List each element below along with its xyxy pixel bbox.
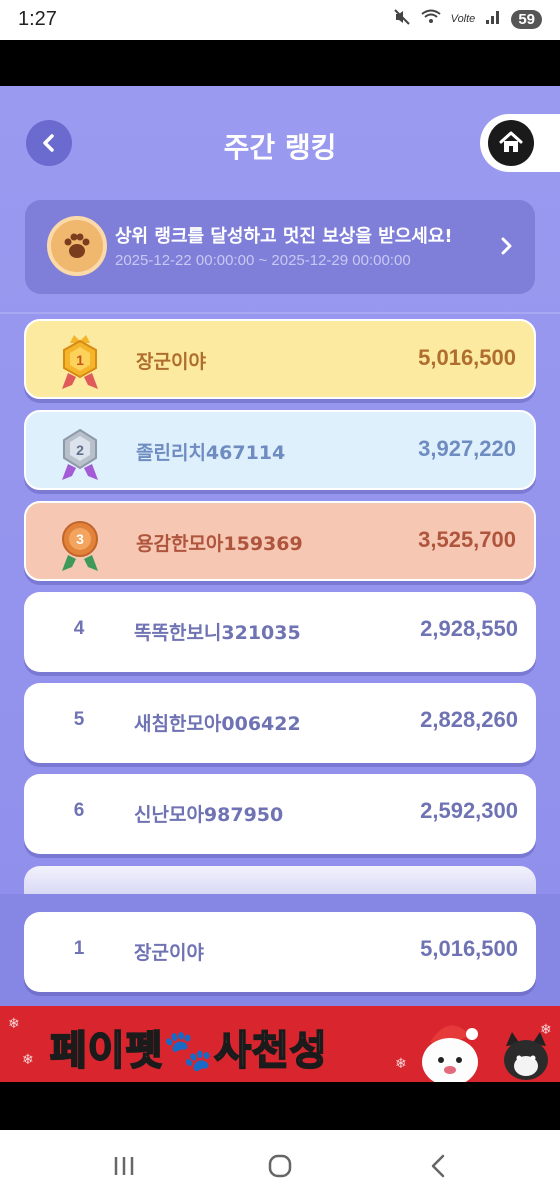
player-score: 3,525,700 xyxy=(418,527,516,552)
mute-icon xyxy=(393,8,411,30)
list-divider xyxy=(0,312,560,314)
ranking-row-1[interactable]: 1 장군이야 5,016,500 xyxy=(24,319,536,399)
page-title: 주간 랭킹 xyxy=(223,131,337,164)
ranking-row-3[interactable]: 3 용감한모아159369 3,525,700 xyxy=(24,501,536,581)
snowflake-icon: ❄ xyxy=(8,1016,20,1032)
my-rank-panel: 1 장군이야 5,016,500 xyxy=(0,894,560,1006)
banner-message: 상위 랭크를 달성하고 멋진 보상을 받으세요! xyxy=(115,226,453,247)
player-score: 5,016,500 xyxy=(418,345,516,370)
signal-icon xyxy=(485,9,501,29)
my-rank-row[interactable]: 1 장군이야 5,016,500 xyxy=(24,912,536,992)
bottom-black-band xyxy=(0,1082,560,1130)
status-icons: Volte 59 xyxy=(393,8,542,30)
ranking-row-6[interactable]: 6 신난모아987950 2,592,300 xyxy=(24,774,536,854)
player-name: 용감한모아159369 xyxy=(136,533,303,555)
silver-medal-icon: 2 xyxy=(52,422,108,482)
battery-indicator: 59 xyxy=(511,9,542,29)
back-nav-icon xyxy=(431,1154,445,1178)
player-name: 신난모아987950 xyxy=(134,804,284,826)
ranking-row-4[interactable]: 4 똑똑한보니321035 2,928,550 xyxy=(24,592,536,672)
home-nav-icon xyxy=(268,1154,292,1178)
status-time: 1:27 xyxy=(18,8,57,30)
ranking-row-5[interactable]: 5 새침한모아006422 2,828,260 xyxy=(24,683,536,763)
bunny-character-icon xyxy=(410,1012,500,1082)
medal-rank-text: 1 xyxy=(76,352,84,368)
player-score: 3,927,220 xyxy=(418,436,516,461)
chevron-right-icon xyxy=(499,236,515,260)
ranking-row-2[interactable]: 2 졸린리치467114 3,927,220 xyxy=(24,410,536,490)
top-black-band xyxy=(0,40,560,86)
bronze-medal-icon: 3 xyxy=(52,513,108,573)
home-button[interactable] xyxy=(480,114,560,172)
snowflake-icon: ❄ xyxy=(395,1056,407,1072)
system-nav-bar xyxy=(0,1130,560,1200)
player-score: 2,592,300 xyxy=(420,798,518,823)
player-name: 졸린리치467114 xyxy=(136,442,286,464)
cat-character-icon xyxy=(496,1026,556,1082)
home-icon xyxy=(488,120,534,166)
player-name: 똑똑한보니321035 xyxy=(134,622,301,644)
home-nav-button[interactable] xyxy=(260,1148,300,1184)
player-score: 2,828,260 xyxy=(420,707,518,732)
player-name: 새침한모아006422 xyxy=(134,713,301,735)
rank-number: 5 xyxy=(73,709,85,730)
gold-medal-icon: 1 xyxy=(52,331,108,391)
back-nav-button[interactable] xyxy=(418,1148,458,1184)
ranking-screen: 주간 랭킹 상위 랭크를 달성하고 멋진 보상을 받으세요! 2025-12-2… xyxy=(0,86,560,1006)
medal-rank-text: 2 xyxy=(76,442,84,458)
reward-banner[interactable]: 상위 랭크를 달성하고 멋진 보상을 받으세요! 2025-12-22 00:0… xyxy=(25,200,535,294)
banner-period: 2025-12-22 00:00:00 ~ 2025-12-29 00:00:0… xyxy=(115,252,411,269)
my-rank-number: 1 xyxy=(73,938,85,959)
recent-apps-button[interactable] xyxy=(104,1148,144,1184)
wifi-icon xyxy=(421,9,441,29)
paw-icon xyxy=(47,216,107,276)
recent-apps-icon xyxy=(114,1157,134,1175)
player-name: 장군이야 xyxy=(136,351,206,373)
medal-rank-text: 3 xyxy=(76,531,84,547)
my-player-name: 장군이야 xyxy=(134,942,204,964)
ad-title: 페이펫🐾사천성 xyxy=(49,1027,328,1075)
snowflake-icon: ❄ xyxy=(22,1052,34,1068)
rank-number: 6 xyxy=(73,800,85,821)
my-player-score: 5,016,500 xyxy=(420,936,518,961)
rank-number: 4 xyxy=(73,618,85,639)
ad-banner[interactable]: ❄ ❄ ❄ ❄ 페이펫🐾사천성 xyxy=(0,1006,560,1082)
status-bar: 1:27 Volte 59 xyxy=(0,0,560,40)
network-label: Volte xyxy=(450,13,476,25)
player-score: 2,928,550 xyxy=(420,616,518,641)
